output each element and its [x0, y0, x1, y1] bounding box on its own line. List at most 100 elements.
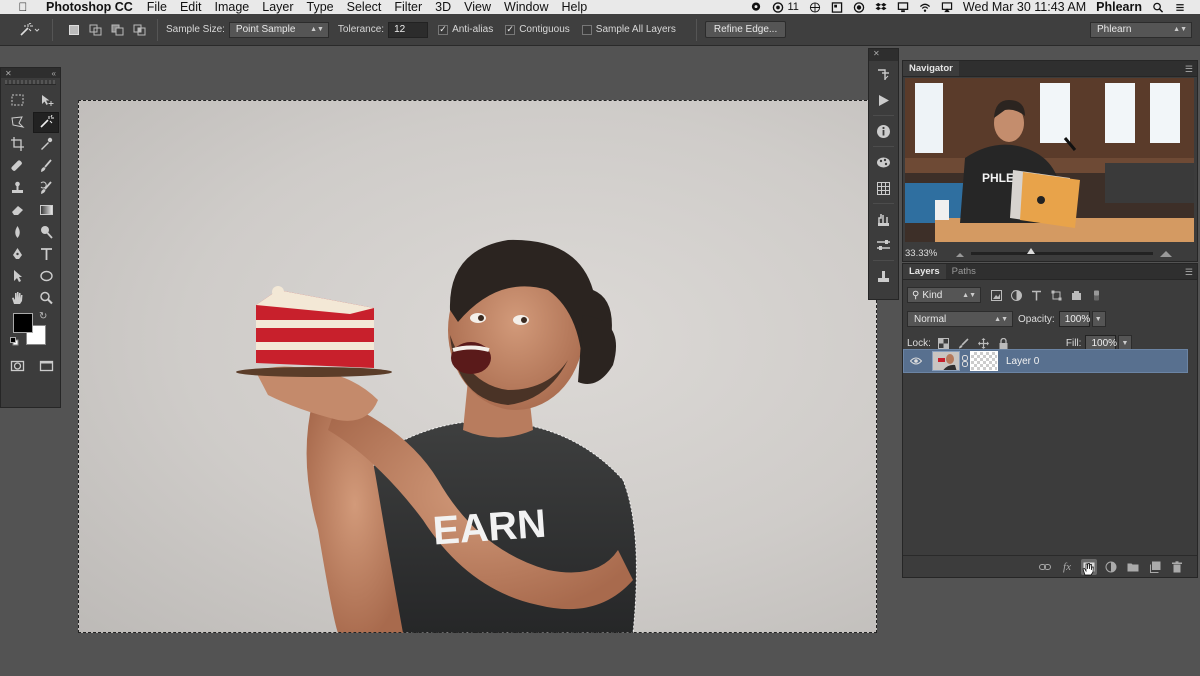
info-panel-icon[interactable]: [869, 118, 898, 144]
layer-name[interactable]: Layer 0: [1006, 356, 1039, 367]
close-icon[interactable]: ✕: [873, 49, 880, 58]
navigator-zoom-value[interactable]: 33.33%: [905, 248, 937, 259]
rectangular-marquee-tool-icon[interactable]: [4, 90, 30, 111]
layer-style-fx-icon[interactable]: fx: [1059, 559, 1075, 575]
gradient-tool-icon[interactable]: [33, 200, 59, 221]
wifi-icon[interactable]: [919, 2, 931, 13]
creative-cloud-icon[interactable]: [772, 1, 784, 13]
lock-transparent-pixels-icon[interactable]: [936, 337, 951, 350]
filter-type-layers-icon[interactable]: [1029, 289, 1044, 302]
menu-file[interactable]: File: [147, 0, 167, 14]
menu-type[interactable]: Type: [307, 0, 334, 14]
filter-shape-layers-icon[interactable]: [1049, 289, 1064, 302]
mask-link-icon[interactable]: [961, 355, 969, 367]
contiguous-checkbox[interactable]: ✓ Contiguous: [505, 24, 570, 35]
intersect-selection-icon[interactable]: [131, 21, 149, 39]
spotlight-search-icon[interactable]: [1152, 2, 1164, 13]
anti-alias-checkbox[interactable]: ✓ Anti-alias: [438, 24, 493, 35]
magic-wand-tool-icon[interactable]: [33, 111, 59, 133]
zoom-tool-icon[interactable]: [33, 288, 59, 309]
add-to-selection-icon[interactable]: [87, 21, 105, 39]
sample-size-dropdown[interactable]: Point Sample ▲▼: [228, 21, 329, 38]
layer-visibility-eye-icon[interactable]: [904, 357, 928, 365]
move-tool-icon[interactable]: [33, 90, 59, 111]
panel-menu-icon[interactable]: ☰: [1185, 267, 1193, 278]
history-brush-tool-icon[interactable]: [33, 178, 59, 199]
delete-layer-trash-icon[interactable]: [1169, 559, 1185, 575]
grid-app-icon[interactable]: [831, 1, 843, 13]
history-panel-icon[interactable]: [869, 61, 898, 87]
collapse-icon[interactable]: «: [52, 69, 56, 78]
menu-window[interactable]: Window: [504, 0, 548, 14]
adjustments-panel-icon[interactable]: [869, 232, 898, 258]
ellipse-tool-icon[interactable]: [33, 266, 59, 287]
layer-mask-thumbnail[interactable]: [970, 351, 998, 371]
icon-strip-header[interactable]: ✕: [869, 49, 898, 61]
brush-presets-panel-icon[interactable]: [869, 206, 898, 232]
healing-brush-tool-icon[interactable]: [4, 156, 30, 177]
magic-wand-tool-preset-icon[interactable]: [14, 21, 44, 39]
blur-tool-icon[interactable]: [4, 222, 30, 243]
menu-view[interactable]: View: [464, 0, 491, 14]
navigator-zoom-slider[interactable]: [971, 248, 1154, 255]
path-selection-tool-icon[interactable]: [4, 266, 30, 287]
screen-mode-icon[interactable]: [33, 356, 59, 377]
new-layer-icon[interactable]: [1147, 559, 1163, 575]
link-layers-icon[interactable]: [1037, 559, 1053, 575]
tool-presets-panel-icon[interactable]: [869, 263, 898, 289]
menu-help[interactable]: Help: [562, 0, 588, 14]
close-icon[interactable]: ✕: [5, 69, 12, 78]
crop-tool-icon[interactable]: [4, 134, 30, 155]
quick-mask-icon[interactable]: [4, 356, 30, 377]
tools-panel-header[interactable]: ✕ «: [1, 68, 60, 78]
eraser-tool-icon[interactable]: [4, 200, 30, 221]
layer-thumbnail[interactable]: [932, 351, 960, 371]
dodge-tool-icon[interactable]: [33, 222, 59, 243]
swatches-panel-icon[interactable]: [869, 175, 898, 201]
hand-tool-icon[interactable]: [4, 288, 30, 309]
brush-tool-icon[interactable]: [33, 156, 59, 177]
lock-position-icon[interactable]: [976, 337, 991, 350]
layer-filter-kind-dropdown[interactable]: ⚲ Kind ▲▼: [907, 287, 981, 303]
location-pin-icon[interactable]: [750, 1, 762, 13]
panel-grip[interactable]: [5, 80, 56, 85]
tab-navigator[interactable]: Navigator: [903, 61, 959, 76]
filter-smart-objects-icon[interactable]: [1069, 289, 1084, 302]
app-menu[interactable]: Photoshop CC: [46, 0, 133, 14]
tab-layers[interactable]: Layers: [903, 264, 946, 279]
menu-filter[interactable]: Filter: [394, 0, 422, 14]
menu-layer[interactable]: Layer: [262, 0, 293, 14]
document-canvas[interactable]: EARN: [78, 100, 877, 633]
clock[interactable]: Wed Mar 30 11:43 AM: [963, 0, 1086, 14]
lock-image-pixels-icon[interactable]: [956, 337, 971, 350]
swap-colors-icon[interactable]: ↻: [39, 311, 47, 322]
filter-toggle-icon[interactable]: [1089, 289, 1104, 302]
navigator-thumbnail[interactable]: PHLEARN: [905, 78, 1194, 242]
display-icon[interactable]: [897, 1, 909, 13]
tab-paths[interactable]: Paths: [946, 264, 982, 279]
menu-image[interactable]: Image: [215, 0, 250, 14]
filter-adjustment-layers-icon[interactable]: [1009, 289, 1024, 302]
lock-all-icon[interactable]: [996, 337, 1011, 350]
panel-menu-icon[interactable]: ☰: [1185, 64, 1193, 75]
apple-menu-icon[interactable]: : [0, 0, 46, 14]
sample-all-layers-checkbox[interactable]: Sample All Layers: [581, 24, 676, 35]
menu-edit[interactable]: Edit: [180, 0, 202, 14]
actions-panel-icon[interactable]: [869, 87, 898, 113]
zoom-out-icon[interactable]: [955, 250, 965, 258]
new-adjustment-layer-icon[interactable]: [1103, 559, 1119, 575]
new-group-folder-icon[interactable]: [1125, 559, 1141, 575]
type-tool-icon[interactable]: [33, 244, 59, 265]
default-colors-icon[interactable]: [10, 337, 19, 346]
zoom-in-icon[interactable]: [1159, 250, 1173, 258]
user-name[interactable]: Phlearn: [1096, 0, 1142, 14]
dropbox-icon[interactable]: [875, 2, 887, 13]
color-panel-icon[interactable]: [869, 149, 898, 175]
airplay-icon[interactable]: [941, 1, 953, 13]
opacity-slider-toggle[interactable]: ▼: [1091, 311, 1106, 327]
subtract-from-selection-icon[interactable]: [109, 21, 127, 39]
lasso-tool-icon[interactable]: [4, 112, 30, 133]
notification-center-icon[interactable]: [1174, 2, 1186, 13]
layer-row[interactable]: Layer 0: [903, 349, 1188, 373]
blend-mode-dropdown[interactable]: Normal ▲▼: [907, 311, 1013, 327]
